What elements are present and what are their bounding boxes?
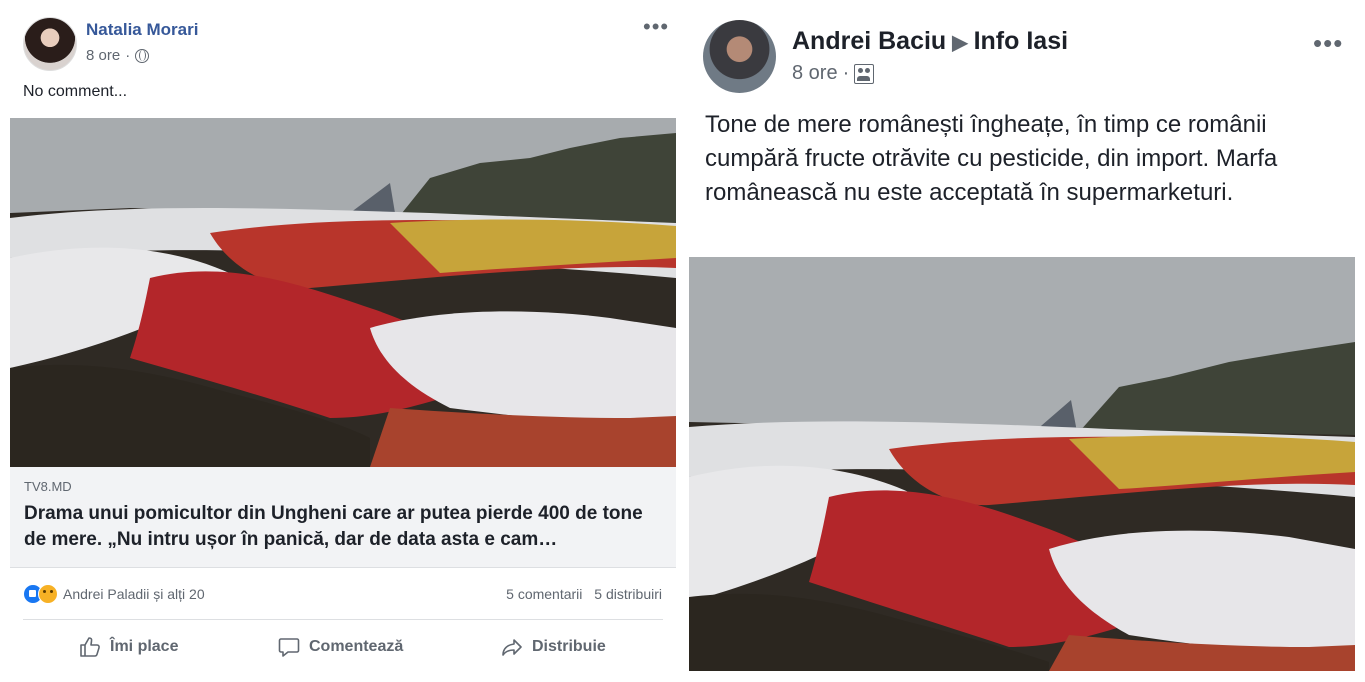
link-domain: TV8.MD (24, 479, 72, 494)
shares-count[interactable]: 5 distribuiri (594, 586, 662, 602)
post-photo[interactable] (10, 118, 676, 467)
post-text: Tone de mere românești îngheațe, în timp… (705, 111, 1278, 206)
comment-label: Comentează (309, 638, 404, 655)
arrow-right-icon: ▶ (952, 32, 968, 54)
avatar[interactable] (23, 17, 77, 71)
engagement-counts: 5 comentarii 5 distribuiri (506, 586, 662, 602)
group-icon[interactable] (854, 63, 875, 84)
avatar[interactable] (703, 20, 776, 93)
more-options-icon[interactable]: ••• (1313, 30, 1343, 56)
comment-button[interactable]: Comentează (277, 632, 403, 662)
group-name[interactable]: Info Iasi (974, 27, 1068, 55)
divider (23, 619, 663, 620)
post-meta: 8 ore · (792, 62, 875, 85)
post-time[interactable]: 8 ore (86, 47, 120, 64)
apple-field-image (689, 257, 1355, 671)
share-label: Distribuie (532, 638, 606, 655)
thumbs-up-icon (80, 637, 100, 657)
meta-separator: · (125, 47, 131, 64)
reactions-text[interactable]: Andrei Paladii și alți 20 (63, 586, 205, 602)
more-options-icon[interactable]: ••• (643, 16, 669, 38)
globe-icon[interactable] (135, 48, 150, 63)
post-time[interactable]: 8 ore (792, 62, 838, 85)
author-name[interactable]: Natalia Morari (86, 20, 198, 40)
author-name[interactable]: Andrei Baciu (792, 27, 946, 55)
like-label: Îmi place (110, 638, 179, 655)
link-title[interactable]: Drama unui pomicultor din Ungheni care a… (24, 501, 664, 553)
post-meta: 8 ore · (86, 47, 150, 64)
apple-field-image (10, 118, 676, 467)
like-button[interactable]: Îmi place (78, 632, 178, 662)
comment-icon (278, 638, 300, 657)
sad-reaction-icon (38, 584, 58, 604)
reactions-summary[interactable]: Andrei Paladii și alți 20 (23, 584, 205, 604)
meta-separator: · (842, 62, 850, 84)
share-arrow-icon (502, 639, 522, 656)
link-preview[interactable]: TV8.MD Drama unui pomicultor din Ungheni… (10, 467, 676, 568)
share-button[interactable]: Distribuie (500, 632, 606, 662)
post-header-title: Andrei Baciu ▶ Info Iasi (792, 27, 1068, 56)
post-photo[interactable] (689, 257, 1355, 671)
left-post: Natalia Morari 8 ore · ••• No comment...… (0, 0, 686, 682)
comments-count[interactable]: 5 comentarii (506, 586, 582, 602)
post-text: No comment... (23, 83, 128, 100)
